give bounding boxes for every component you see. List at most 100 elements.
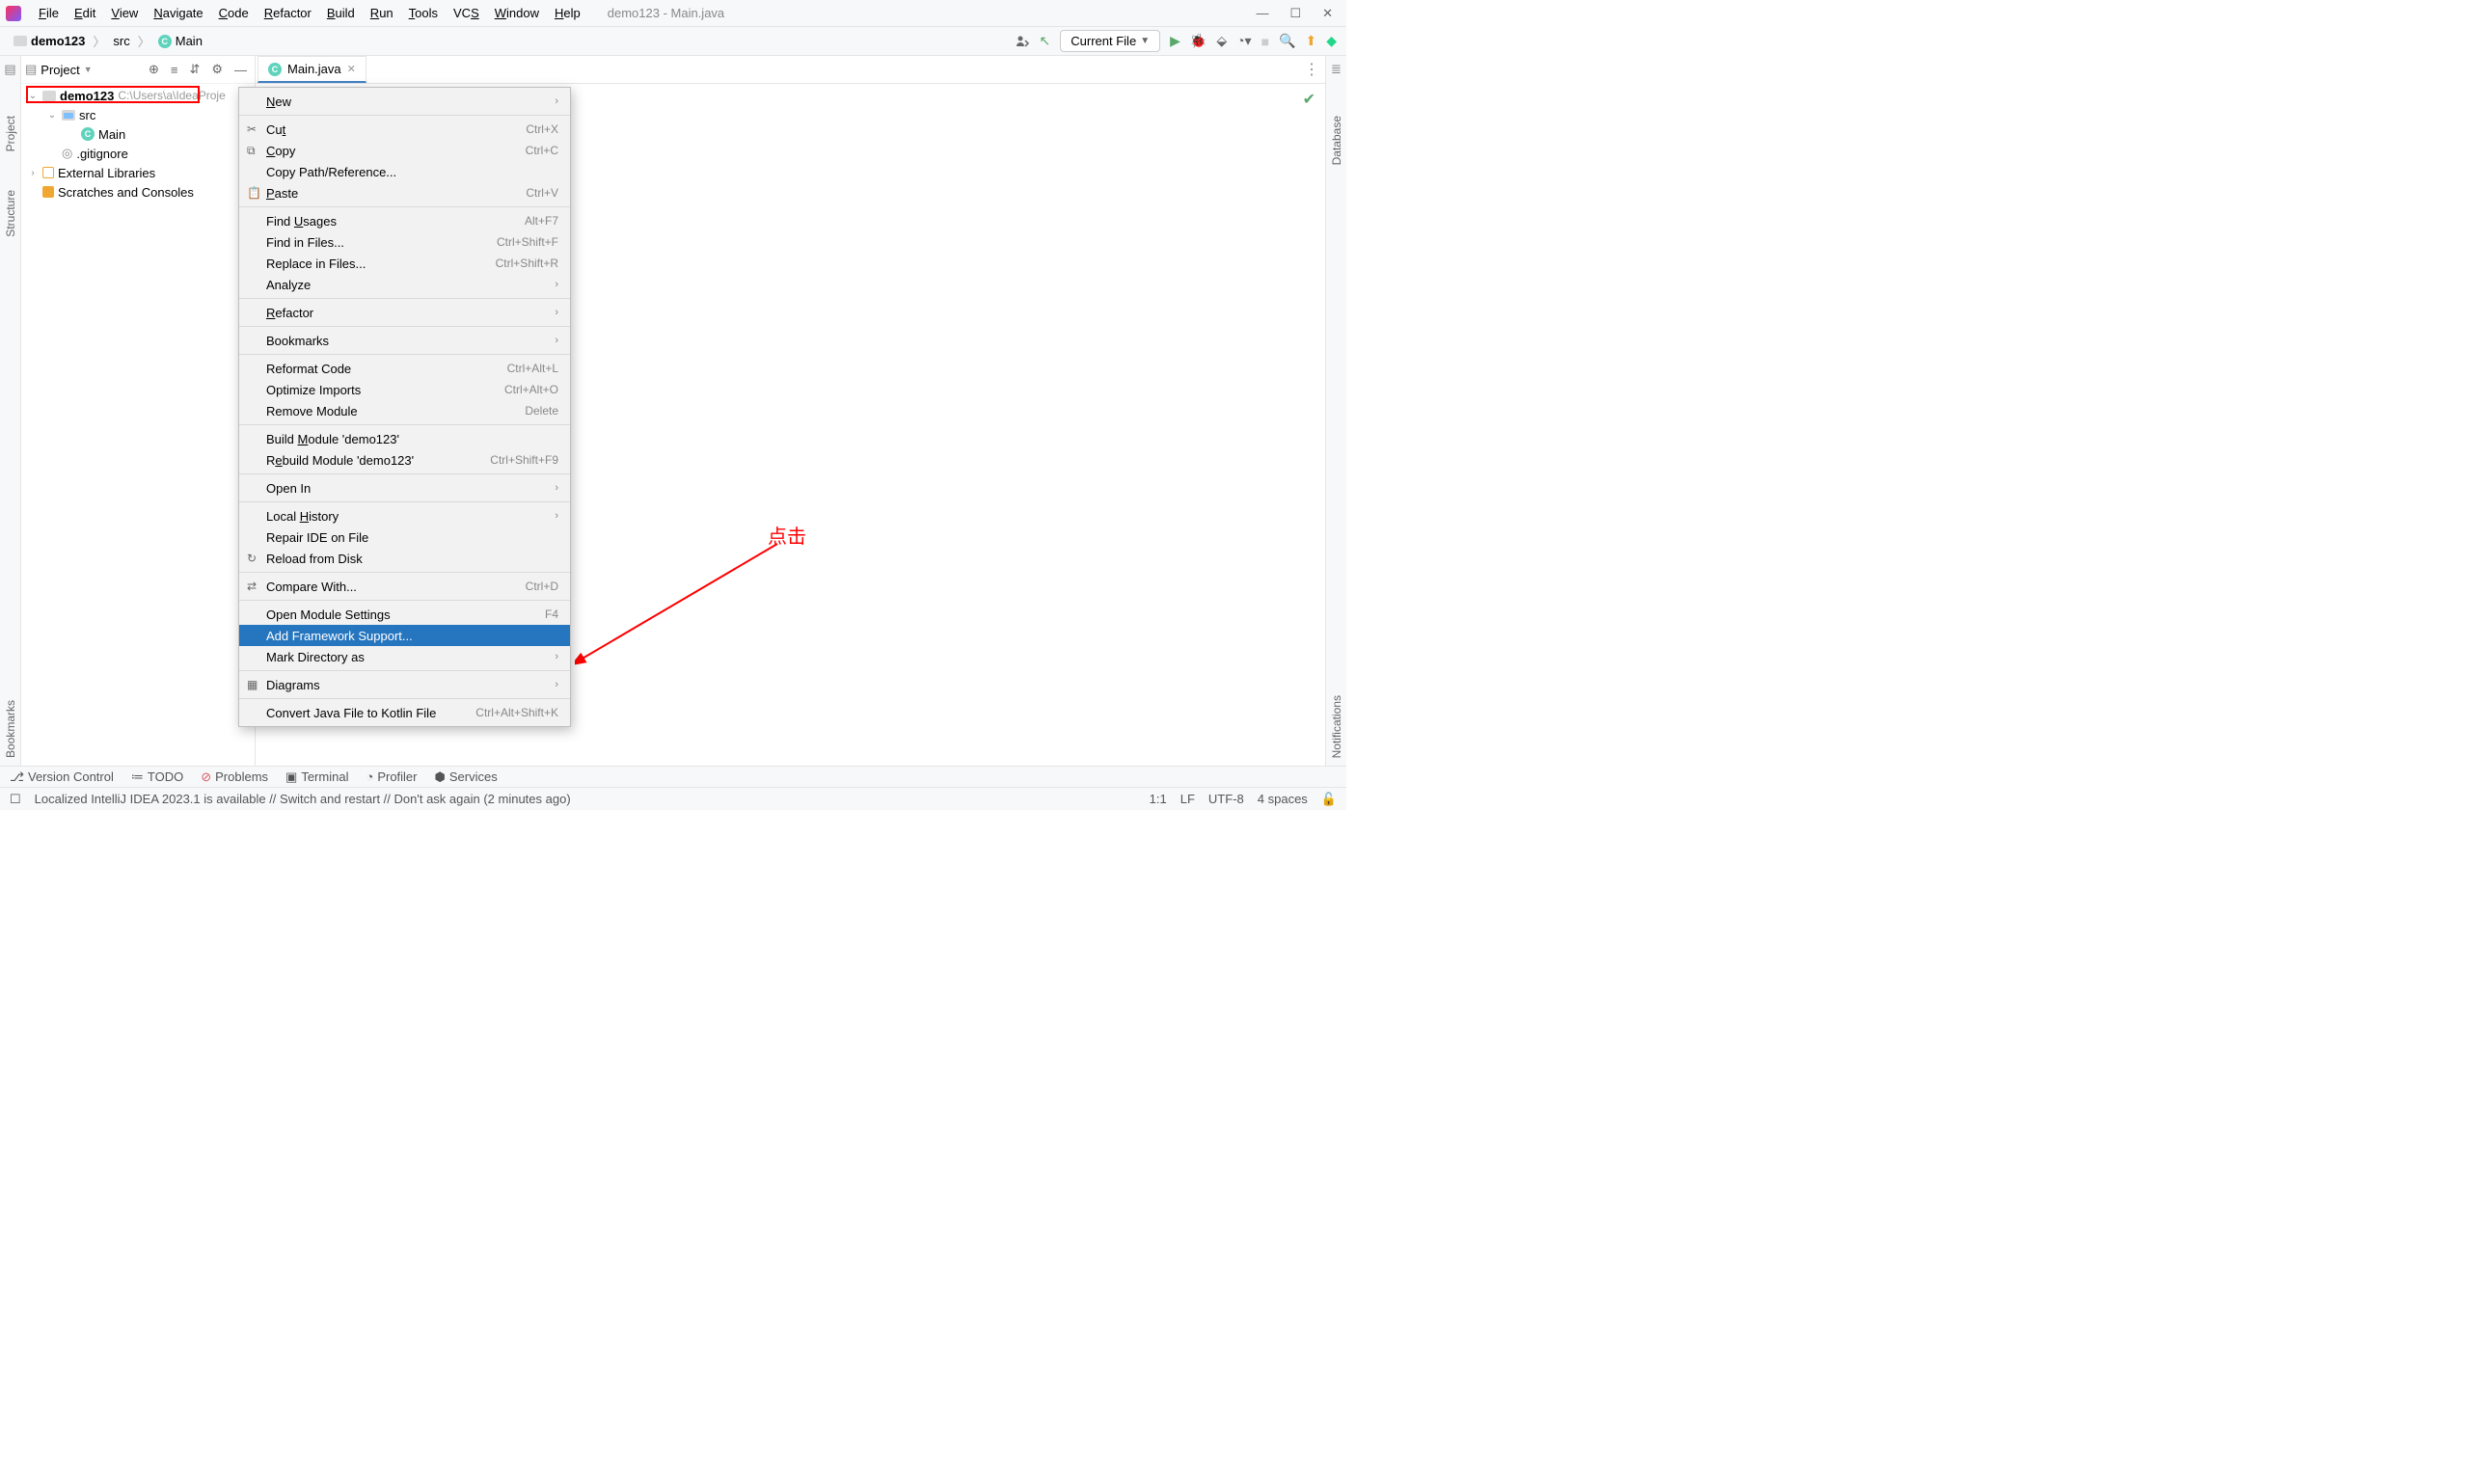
- menu-refactor[interactable]: Refactor: [257, 2, 319, 24]
- breadcrumb-src[interactable]: src 〉: [109, 32, 153, 50]
- status-icon[interactable]: ☐: [10, 792, 21, 807]
- menu-item-find-in-files[interactable]: Find in Files...Ctrl+Shift+F: [239, 231, 570, 253]
- codewithme-icon[interactable]: [1015, 34, 1030, 49]
- maximize-icon[interactable]: ☐: [1289, 6, 1301, 21]
- caret-position[interactable]: 1:1: [1150, 792, 1167, 807]
- menu-item-replace-in-files[interactable]: Replace in Files...Ctrl+Shift+R: [239, 253, 570, 274]
- menu-window[interactable]: Window: [487, 2, 547, 24]
- back-arrow-icon[interactable]: ↖: [1040, 33, 1051, 49]
- menu-item-find-usages[interactable]: Find UsagesAlt+F7: [239, 210, 570, 231]
- menu-file[interactable]: File: [31, 2, 67, 24]
- menu-item-compare-with[interactable]: ⇄Compare With...Ctrl+D: [239, 576, 570, 597]
- menu-separator: [239, 298, 570, 299]
- todo-tab[interactable]: ≔ TODO: [131, 769, 183, 785]
- tree-external-libs[interactable]: › External Libraries: [21, 163, 255, 182]
- editor-tab[interactable]: C Main.java ✕: [258, 56, 366, 83]
- breadcrumb-project[interactable]: demo123 〉: [10, 32, 109, 50]
- menu-item-new[interactable]: New›: [239, 91, 570, 112]
- status-message[interactable]: Localized IntelliJ IDEA 2023.1 is availa…: [35, 792, 571, 806]
- menu-item-remove-module[interactable]: Remove ModuleDelete: [239, 400, 570, 421]
- tree-src-folder[interactable]: ⌄ src: [21, 105, 255, 124]
- editor-more-icon[interactable]: ⋮: [1304, 60, 1319, 79]
- update-icon[interactable]: ⬆: [1305, 33, 1316, 49]
- menu-item-reload-from-disk[interactable]: ↻Reload from Disk: [239, 548, 570, 569]
- select-opened-file-icon[interactable]: ⊕: [145, 62, 163, 77]
- menu-item-label: Analyze: [266, 278, 311, 292]
- menu-vcs[interactable]: VCS: [446, 2, 487, 24]
- profiler-tab[interactable]: ◔ Profiler: [366, 769, 417, 784]
- no-problems-icon[interactable]: ✔: [1303, 90, 1315, 109]
- coverage-icon[interactable]: ⬙: [1216, 33, 1227, 49]
- search-icon[interactable]: 🔍: [1279, 33, 1295, 49]
- menu-item-optimize-imports[interactable]: Optimize ImportsCtrl+Alt+O: [239, 379, 570, 400]
- menu-item-reformat-code[interactable]: Reformat CodeCtrl+Alt+L: [239, 358, 570, 379]
- minimize-icon[interactable]: —: [1256, 6, 1268, 21]
- structure-rail-label[interactable]: Structure: [4, 190, 17, 237]
- menubar: FileEditViewNavigateCodeRefactorBuildRun…: [0, 0, 1346, 27]
- tree-main-class[interactable]: C Main: [21, 124, 255, 144]
- menu-run[interactable]: Run: [363, 2, 401, 24]
- menu-item-convert-java-file-to-kotlin-file[interactable]: Convert Java File to Kotlin FileCtrl+Alt…: [239, 702, 570, 723]
- menu-code[interactable]: Code: [211, 2, 257, 24]
- version-control-tab[interactable]: ⎇ Version Control: [10, 769, 114, 785]
- menu-navigate[interactable]: Navigate: [146, 2, 210, 24]
- menu-view[interactable]: View: [103, 2, 146, 24]
- expand-all-icon[interactable]: ≡: [167, 63, 182, 77]
- menu-item-open-module-settings[interactable]: Open Module SettingsF4: [239, 604, 570, 625]
- tree-root-path: C:\Users\a\IdeaProje: [118, 89, 225, 102]
- menu-item-bookmarks[interactable]: Bookmarks›: [239, 330, 570, 351]
- tree-scratches[interactable]: Scratches and Consoles: [21, 182, 255, 202]
- problems-tab[interactable]: ⊘ Problems: [201, 769, 268, 785]
- menu-item-label: New: [266, 94, 291, 109]
- stop-icon[interactable]: ■: [1261, 34, 1269, 49]
- menu-item-rebuild-module-demo123[interactable]: Rebuild Module 'demo123'Ctrl+Shift+F9: [239, 449, 570, 471]
- services-tab[interactable]: ⬢ Services: [435, 769, 498, 785]
- menu-help[interactable]: Help: [547, 2, 588, 24]
- project-tool-icon[interactable]: ▤: [4, 62, 15, 77]
- menu-item-diagrams[interactable]: ▦Diagrams›: [239, 674, 570, 695]
- profile-icon[interactable]: ◔▾: [1236, 33, 1251, 49]
- module-icon: [42, 91, 56, 101]
- menu-build[interactable]: Build: [319, 2, 363, 24]
- menu-item-cut[interactable]: ✂CutCtrl+X: [239, 119, 570, 140]
- jb-toolbox-icon[interactable]: ◆: [1326, 33, 1337, 49]
- menu-item-label: Local History: [266, 509, 339, 524]
- menu-item-repair-ide-on-file[interactable]: Repair IDE on File: [239, 526, 570, 548]
- tree-gitignore[interactable]: ◎ .gitignore: [21, 144, 255, 163]
- bookmarks-rail-label[interactable]: Bookmarks: [4, 700, 17, 758]
- menu-item-analyze[interactable]: Analyze›: [239, 274, 570, 295]
- terminal-tab[interactable]: ▣ Terminal: [285, 769, 348, 785]
- menu-item-copy[interactable]: ⧉CopyCtrl+C: [239, 140, 570, 161]
- line-separator[interactable]: LF: [1180, 792, 1195, 807]
- breadcrumb-class[interactable]: C Main: [154, 34, 206, 48]
- database-rail-label[interactable]: Database: [1330, 116, 1343, 165]
- settings-icon[interactable]: ⚙: [207, 62, 227, 77]
- run-icon[interactable]: ▶: [1170, 33, 1180, 49]
- collapse-all-icon[interactable]: ⇵: [185, 62, 203, 77]
- menu-items: FileEditViewNavigateCodeRefactorBuildRun…: [31, 2, 588, 24]
- menu-item-open-in[interactable]: Open In›: [239, 477, 570, 499]
- indent-info[interactable]: 4 spaces: [1258, 792, 1308, 807]
- menu-item-build-module-demo123[interactable]: Build Module 'demo123': [239, 428, 570, 449]
- close-tab-icon[interactable]: ✕: [347, 63, 356, 75]
- notifications-rail-label[interactable]: Notifications: [1330, 695, 1343, 758]
- menu-item-copy-path-reference[interactable]: Copy Path/Reference...: [239, 161, 570, 182]
- hide-icon[interactable]: —: [231, 63, 251, 77]
- close-icon[interactable]: ✕: [1322, 6, 1333, 21]
- menu-edit[interactable]: Edit: [67, 2, 103, 24]
- database-icon[interactable]: ≣: [1331, 62, 1342, 77]
- submenu-indicator-icon: ›: [555, 307, 558, 318]
- menu-item-local-history[interactable]: Local History›: [239, 505, 570, 526]
- menu-item-paste[interactable]: 📋PasteCtrl+V: [239, 182, 570, 203]
- project-panel-title[interactable]: ▤ Project ▼: [25, 62, 93, 77]
- menu-item-add-framework-support[interactable]: Add Framework Support...: [239, 625, 570, 646]
- tree-root[interactable]: ⌄ demo123 C:\Users\a\IdeaProje: [21, 86, 255, 105]
- menu-item-refactor[interactable]: Refactor›: [239, 302, 570, 323]
- menu-tools[interactable]: Tools: [401, 2, 446, 24]
- readonly-icon[interactable]: 🔓: [1321, 792, 1337, 807]
- project-rail-label[interactable]: Project: [4, 116, 17, 151]
- run-config-selector[interactable]: Current File ▼: [1060, 30, 1160, 52]
- menu-item-mark-directory-as[interactable]: Mark Directory as›: [239, 646, 570, 667]
- file-encoding[interactable]: UTF-8: [1208, 792, 1244, 807]
- debug-icon[interactable]: 🐞: [1190, 33, 1207, 49]
